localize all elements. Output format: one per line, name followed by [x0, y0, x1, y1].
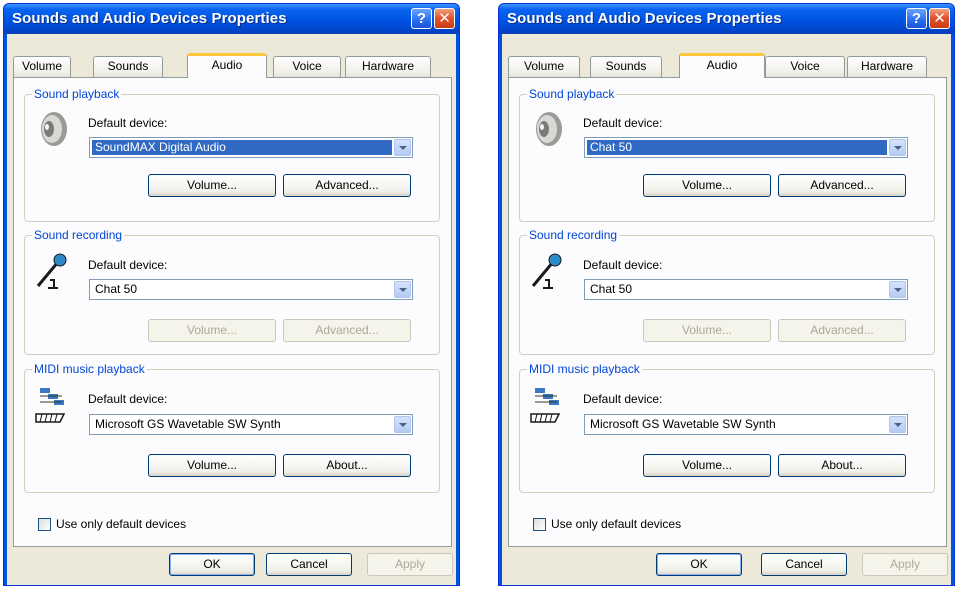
- tab-volume[interactable]: Volume: [508, 56, 580, 77]
- help-icon[interactable]: ?: [906, 8, 927, 29]
- use-default-devices-checkbox[interactable]: [533, 518, 546, 531]
- midi-playback-group: MIDI music playback Default device: Micr…: [519, 362, 935, 493]
- playback-advanced-button[interactable]: Advanced...: [778, 174, 906, 197]
- chevron-down-icon[interactable]: [889, 416, 906, 433]
- close-icon[interactable]: ✕: [929, 8, 950, 29]
- playback-device-label: Default device:: [88, 116, 168, 130]
- group-title: Sound playback: [527, 87, 617, 101]
- tab-panel-audio: Sound playback Default device: SoundMAX …: [13, 77, 452, 547]
- close-icon[interactable]: ✕: [434, 8, 455, 29]
- midi-about-button[interactable]: About...: [778, 454, 906, 477]
- midi-volume-button[interactable]: Volume...: [148, 454, 276, 477]
- group-title: Sound playback: [32, 87, 122, 101]
- group-title: MIDI music playback: [527, 362, 642, 376]
- selected-value: Microsoft GS Wavetable SW Synth: [590, 417, 776, 431]
- playback-device-select[interactable]: Chat 50: [584, 137, 908, 158]
- cancel-button[interactable]: Cancel: [761, 553, 847, 576]
- speaker-icon: [536, 112, 562, 146]
- title-bar[interactable]: Sounds and Audio Devices Properties ? ✕: [499, 4, 954, 34]
- midi-device-select[interactable]: Microsoft GS Wavetable SW Synth: [89, 414, 413, 435]
- chevron-down-icon[interactable]: [889, 281, 906, 298]
- tab-sounds[interactable]: Sounds: [590, 56, 662, 77]
- chevron-down-icon[interactable]: [394, 416, 411, 433]
- dialog-client: Volume Sounds Audio Voice Hardware Sound…: [7, 34, 456, 585]
- microphone-icon: [36, 253, 67, 289]
- window-title: Sounds and Audio Devices Properties: [507, 10, 782, 27]
- midi-keyboard-icon: [35, 388, 66, 423]
- ok-button[interactable]: OK: [656, 553, 742, 576]
- recording-device-label: Default device:: [583, 258, 663, 272]
- recording-volume-button[interactable]: Volume...: [148, 319, 276, 342]
- selected-value: Chat 50: [587, 140, 887, 155]
- speaker-icon: [41, 112, 67, 146]
- tab-sounds[interactable]: Sounds: [93, 56, 163, 77]
- playback-volume-button[interactable]: Volume...: [148, 174, 276, 197]
- recording-device-select[interactable]: Chat 50: [584, 279, 908, 300]
- chevron-down-icon[interactable]: [394, 281, 411, 298]
- apply-button[interactable]: Apply: [367, 553, 453, 576]
- sound-playback-group: Sound playback Default device: Chat 50 V…: [519, 87, 935, 222]
- selected-value: Chat 50: [590, 282, 633, 296]
- sound-recording-group: Sound recording Default device: Chat 50 …: [519, 228, 935, 355]
- tab-voice[interactable]: Voice: [765, 56, 845, 77]
- midi-about-button[interactable]: About...: [283, 454, 411, 477]
- dialog-client: Volume Sounds Audio Voice Hardware Sound…: [502, 34, 951, 585]
- recording-volume-button[interactable]: Volume...: [643, 319, 771, 342]
- recording-advanced-button[interactable]: Advanced...: [283, 319, 411, 342]
- selected-value: Chat 50: [95, 282, 138, 296]
- group-title: Sound recording: [32, 228, 125, 242]
- recording-device-label: Default device:: [88, 258, 168, 272]
- use-default-devices-label[interactable]: Use only default devices: [56, 517, 186, 531]
- title-bar[interactable]: Sounds and Audio Devices Properties ? ✕: [4, 4, 459, 34]
- microphone-icon: [531, 253, 562, 289]
- dialog-window-right: Sounds and Audio Devices Properties ? ✕ …: [498, 3, 955, 586]
- playback-device-select[interactable]: SoundMAX Digital Audio: [89, 137, 413, 158]
- dialog-window-left: Sounds and Audio Devices Properties ? ✕ …: [3, 3, 460, 586]
- sound-recording-group: Sound recording Default device: Chat 50 …: [24, 228, 440, 355]
- tab-panel-audio: Sound playback Default device: Chat 50 V…: [508, 77, 947, 547]
- midi-keyboard-icon: [530, 388, 561, 423]
- chevron-down-icon[interactable]: [394, 139, 411, 156]
- tab-hardware[interactable]: Hardware: [847, 56, 927, 77]
- group-title: Sound recording: [527, 228, 620, 242]
- ok-button[interactable]: OK: [169, 553, 255, 576]
- cancel-button[interactable]: Cancel: [266, 553, 352, 576]
- recording-device-select[interactable]: Chat 50: [89, 279, 413, 300]
- use-default-devices-checkbox[interactable]: [38, 518, 51, 531]
- use-default-devices-label[interactable]: Use only default devices: [551, 517, 681, 531]
- help-icon[interactable]: ?: [411, 8, 432, 29]
- tab-volume[interactable]: Volume: [13, 56, 71, 77]
- midi-device-label: Default device:: [583, 392, 663, 406]
- playback-advanced-button[interactable]: Advanced...: [283, 174, 411, 197]
- tab-audio[interactable]: Audio: [187, 53, 267, 78]
- selected-value: SoundMAX Digital Audio: [92, 140, 392, 155]
- selected-value: Microsoft GS Wavetable SW Synth: [95, 417, 281, 431]
- group-title: MIDI music playback: [32, 362, 147, 376]
- window-title: Sounds and Audio Devices Properties: [12, 10, 287, 27]
- sound-playback-group: Sound playback Default device: SoundMAX …: [24, 87, 440, 222]
- playback-device-label: Default device:: [583, 116, 663, 130]
- midi-device-select[interactable]: Microsoft GS Wavetable SW Synth: [584, 414, 908, 435]
- tab-hardware[interactable]: Hardware: [345, 56, 431, 77]
- tab-voice[interactable]: Voice: [273, 56, 341, 77]
- midi-volume-button[interactable]: Volume...: [643, 454, 771, 477]
- recording-advanced-button[interactable]: Advanced...: [778, 319, 906, 342]
- tab-audio[interactable]: Audio: [679, 53, 765, 78]
- apply-button[interactable]: Apply: [862, 553, 948, 576]
- chevron-down-icon[interactable]: [889, 139, 906, 156]
- midi-device-label: Default device:: [88, 392, 168, 406]
- midi-playback-group: MIDI music playback Default device: Micr…: [24, 362, 440, 493]
- playback-volume-button[interactable]: Volume...: [643, 174, 771, 197]
